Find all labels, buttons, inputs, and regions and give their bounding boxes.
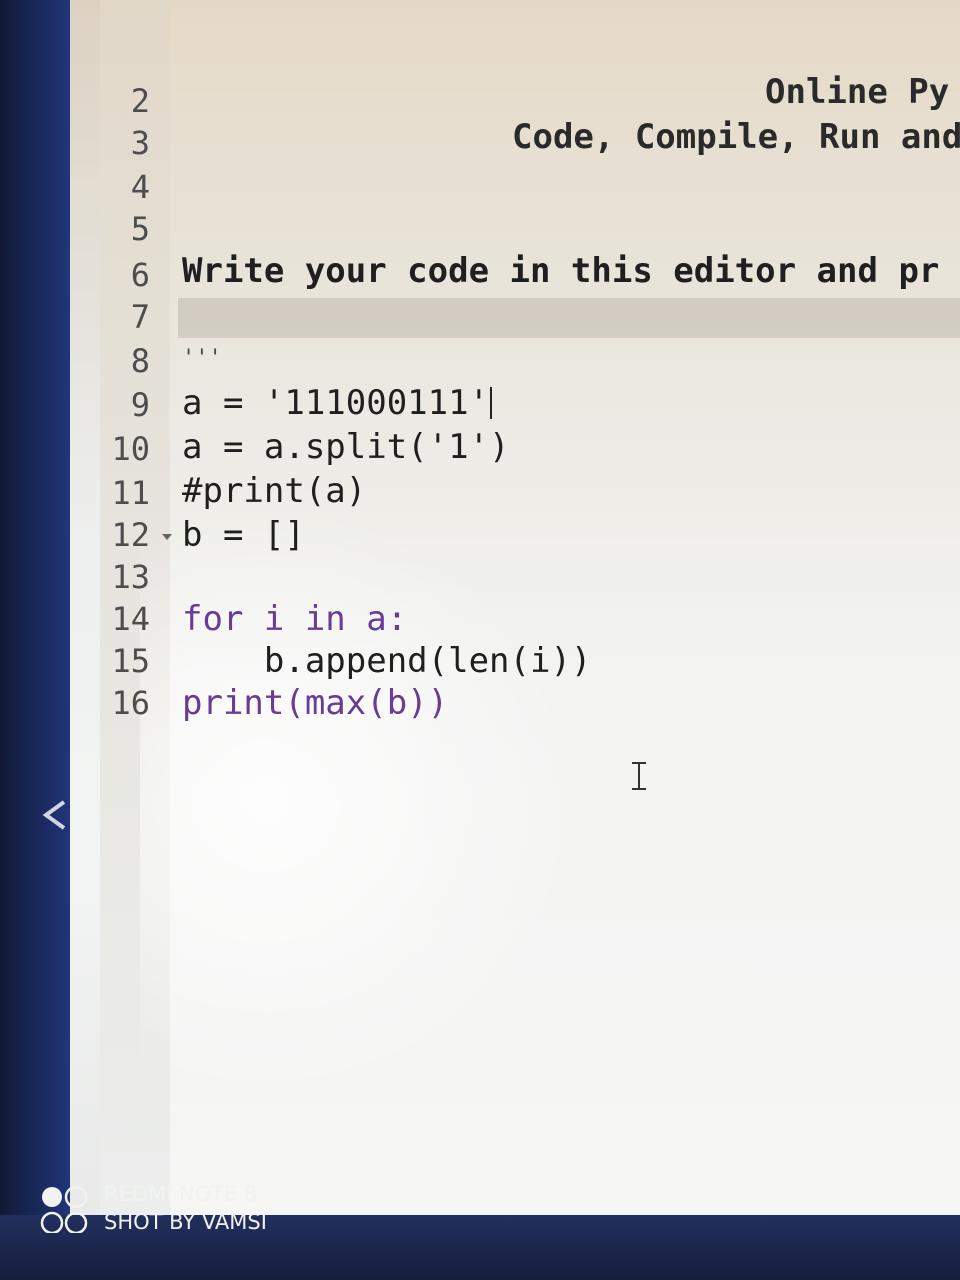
code-line: 3 xyxy=(0,80,960,162)
watermark-device: REDMI NOTE 8 xyxy=(104,1182,258,1206)
code-line: 9 a = a.split('1') xyxy=(0,342,960,467)
code-line: 15 print(max(b)) xyxy=(0,598,960,723)
code-line: 14 b.append(len(i)) xyxy=(0,556,960,681)
code-line: 10 #print(a) xyxy=(0,386,960,511)
code-line: 6 xyxy=(0,212,960,294)
code-line: 4 xyxy=(0,124,960,206)
code-line: 2 xyxy=(0,38,960,120)
code-line: 11 b = [] xyxy=(0,430,960,555)
code-text-keyword-line: print(max(b)) xyxy=(182,683,449,723)
code-line: 16 xyxy=(0,640,960,722)
code-line-active: 8 a = '111000111' xyxy=(0,298,960,423)
code-line: 13 for i in a: xyxy=(0,514,960,639)
code-line: 5 Write your code in this editor and pr xyxy=(0,166,960,291)
fold-arrow-icon[interactable] xyxy=(162,534,172,540)
code-line: 7 ''' xyxy=(0,254,960,371)
watermark-text: REDMI NOTE 8 SHOT BY VAMSI xyxy=(104,1180,267,1236)
camera-dual-circle-icon xyxy=(40,1183,96,1235)
watermark-credit: SHOT BY VAMSI xyxy=(104,1210,267,1234)
line-number: 16 xyxy=(111,684,150,722)
chevron-left-icon xyxy=(40,800,70,830)
text-cursor-icon xyxy=(630,762,648,790)
code-line: 12 xyxy=(0,472,960,554)
